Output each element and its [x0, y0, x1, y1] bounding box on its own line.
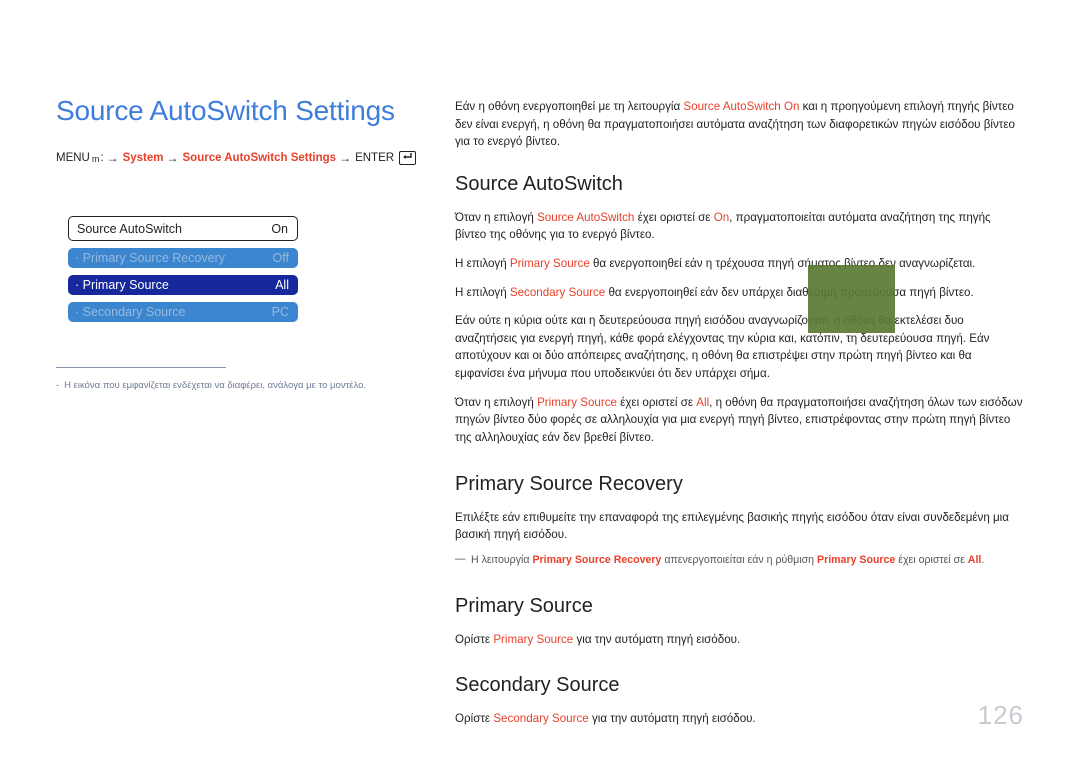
- p-highlight-source-autoswitch: Source AutoSwitch: [537, 210, 635, 224]
- section-0-paragraph-4: Όταν η επιλογή Primary Source έχει οριστ…: [455, 394, 1023, 447]
- p-highlight-primary-source: Primary Source: [493, 632, 574, 646]
- p-text-b: για την αυτόματη πηγή εισόδου.: [588, 712, 756, 726]
- p-text-b: έχει οριστεί σε: [634, 210, 714, 224]
- osd-row-value: PC: [271, 305, 289, 319]
- intro-paragraph: Εάν η οθόνη ενεργοποιηθεί με τη λειτουργ…: [455, 98, 1023, 151]
- page-title: Source AutoSwitch Settings: [56, 95, 395, 126]
- section-0-paragraph-1: Η επιλογή Primary Source θα ενεργοποιηθε…: [455, 255, 1023, 273]
- menu-path-step-source-autoswitch-settings[interactable]: Source AutoSwitch Settings: [183, 152, 337, 164]
- note-text-c: έχει οριστεί σε: [895, 553, 968, 566]
- p-text-a: Η επιλογή: [455, 285, 510, 299]
- section-0-paragraph-3: Εάν ούτε η κύρια ούτε και η δευτερεύουσα…: [455, 312, 1023, 382]
- section-0-paragraph-2: Η επιλογή Secondary Source θα ενεργοποιη…: [455, 284, 1023, 302]
- note-bullet-icon: ―: [455, 552, 466, 565]
- osd-row-label: · Primary Source Recovery: [75, 251, 226, 265]
- osd-row-label: · Primary Source: [75, 278, 169, 292]
- p-text-b: θα ενεργοποιηθεί εάν η τρέχουσα πηγή σήμ…: [589, 257, 976, 271]
- osd-row-primary-source-recovery[interactable]: · Primary Source Recovery Off: [68, 248, 298, 268]
- p-text-b: θα ενεργοποιηθεί εάν δεν υπάρχει διαθέσι…: [605, 285, 974, 299]
- section-3-paragraph-0: Ορίστε Secondary Source για την αυτόματη…: [455, 710, 1023, 728]
- intro-text-a: Εάν η οθόνη ενεργοποιηθεί με τη λειτουργ…: [455, 100, 684, 113]
- osd-row-value: Off: [272, 251, 289, 265]
- p-text-a: Επιλέξτε εάν επιθυμείτε την επαναφορά τη…: [455, 510, 1009, 542]
- section-0-paragraph-0: Όταν η επιλογή Source AutoSwitch έχει ορ…: [455, 209, 1023, 244]
- p-text-a: Ορίστε: [455, 712, 494, 726]
- arrow-right-icon-3: →: [339, 150, 352, 165]
- enter-key-icon: [399, 150, 416, 165]
- arrow-right-icon-2: →: [166, 150, 179, 165]
- footnote-bullet: -: [56, 380, 60, 391]
- menu-label: MENU: [56, 151, 90, 164]
- enter-label: ENTER: [355, 151, 395, 164]
- p-highlight-secondary-source: Secondary Source: [509, 285, 606, 299]
- note-text-d: .: [981, 553, 985, 566]
- p-text-b: έχει οριστεί σε: [616, 395, 697, 409]
- note-highlight-primary-source: Primary Source: [817, 553, 896, 566]
- arrow-right-icon-1: →: [106, 150, 119, 165]
- section-1-paragraph-0: Επιλέξτε εάν επιθυμείτε την επαναφορά τη…: [455, 509, 1023, 544]
- note-text-b: απενεργοποιείται εάν η ρύθμιση: [661, 553, 817, 566]
- p-text-a: Ορίστε: [455, 632, 494, 646]
- osd-row-value: All: [275, 278, 289, 292]
- page-number: 126: [977, 700, 1024, 730]
- section-heading-primary-source: Primary Source: [455, 594, 593, 617]
- p-highlight-primary-source: Primary Source: [537, 395, 617, 409]
- p-highlight-secondary-source: Secondary Source: [493, 712, 589, 726]
- section-heading-source-autoswitch: Source AutoSwitch: [455, 172, 623, 195]
- intro-highlight-source-autoswitch-on: Source AutoSwitch On: [683, 100, 800, 113]
- osd-row-secondary-source[interactable]: · Secondary Source PC: [68, 302, 298, 322]
- left-column: Source AutoSwitch Settings MENU m : → Sy…: [56, 95, 416, 165]
- p-text-a: Όταν η επιλογή: [455, 210, 538, 224]
- section-heading-primary-source-recovery: Primary Source Recovery: [455, 472, 683, 495]
- p-text-a: Εάν ούτε η κύρια ούτε και η δευτερεύουσα…: [455, 314, 990, 381]
- menu-button-glyph-icon: m: [91, 153, 100, 164]
- footnote-divider: [56, 367, 226, 368]
- section-heading-secondary-source: Secondary Source: [455, 674, 620, 697]
- p-highlight-all: All: [696, 395, 710, 409]
- p-text-a: Η επιλογή: [455, 257, 510, 271]
- right-column: Εάν η οθόνη ενεργοποιηθεί με τη λειτουργ…: [455, 98, 1023, 739]
- menu-path-breadcrumb: MENU m : → System → Source AutoSwitch Se…: [56, 150, 416, 165]
- osd-header-row[interactable]: Source AutoSwitch On: [68, 216, 298, 241]
- osd-menu-mock: Source AutoSwitch On · Primary Source Re…: [68, 216, 298, 322]
- note-highlight-all: All: [967, 553, 982, 566]
- green-selection-overlay: [808, 265, 895, 333]
- menu-path-step-system[interactable]: System: [123, 152, 164, 164]
- note-highlight-primary-source-recovery: Primary Source Recovery: [532, 553, 662, 566]
- p-text-b: για την αυτόματη πηγή εισόδου.: [573, 632, 741, 646]
- left-footnote: -Η εικόνα που εμφανίζεται ενδέχεται να δ…: [56, 379, 416, 392]
- osd-header-label: Source AutoSwitch: [77, 221, 182, 236]
- section-2-paragraph-0: Ορίστε Primary Source για την αυτόματη π…: [455, 631, 1023, 649]
- p-highlight-primary-source: Primary Source: [509, 257, 590, 271]
- p-text-a: Όταν η επιλογή: [455, 395, 538, 409]
- section-1-note: ― Η λειτουργία Primary Source Recovery απ…: [455, 553, 1023, 569]
- footnote-text: Η εικόνα που εμφανίζεται ενδέχεται να δι…: [64, 380, 367, 391]
- osd-row-primary-source[interactable]: · Primary Source All: [68, 275, 298, 295]
- osd-row-label: · Secondary Source: [75, 305, 186, 319]
- menu-path-colon: :: [100, 151, 104, 164]
- osd-header-value: On: [271, 221, 288, 236]
- note-text-a: Η λειτουργία: [471, 553, 533, 566]
- p-highlight-on: On: [713, 210, 730, 224]
